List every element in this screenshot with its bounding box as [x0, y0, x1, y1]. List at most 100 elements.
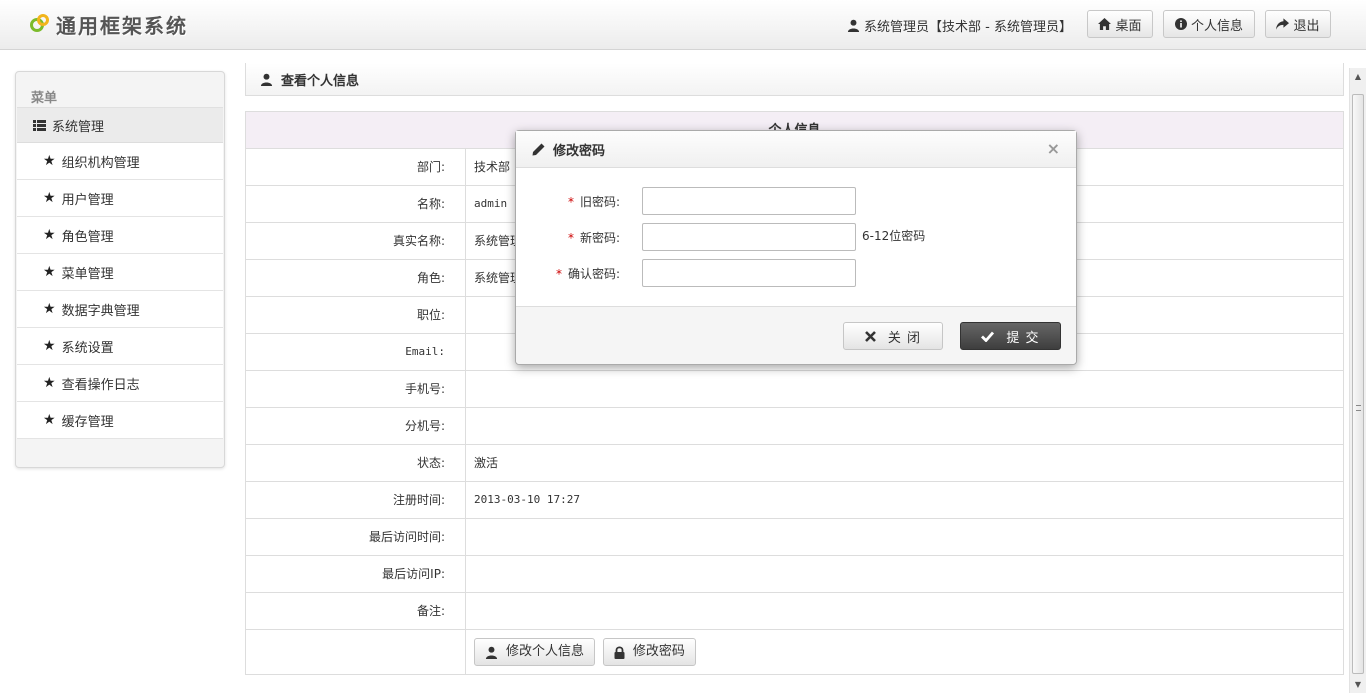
- scrollbar-thumb[interactable]: [1352, 94, 1364, 674]
- edit-profile-label: 修改个人信息: [506, 644, 585, 659]
- sidebar-item-cache[interactable]: ★ 缓存管理: [17, 402, 223, 439]
- field-value: [466, 593, 1343, 629]
- field-label: 名称:: [246, 186, 466, 222]
- old-password-label-text: 旧密码:: [579, 195, 620, 209]
- submit-button-label: 提 交: [1006, 330, 1040, 346]
- desktop-button-label: 桌面: [1115, 18, 1142, 34]
- top-header: 通用框架系统 系统管理员【技术部 - 系统管理员】 桌面 个人信息 退出: [0, 0, 1366, 50]
- logout-button[interactable]: 退出: [1265, 10, 1331, 38]
- sidebar-item-label: 数据字典管理: [61, 303, 140, 319]
- field-label: 真实名称:: [246, 223, 466, 259]
- field-value: [466, 519, 1343, 555]
- app-title: 通用框架系统: [56, 13, 188, 38]
- old-password-row: * 旧密码:: [516, 187, 1076, 215]
- field-label: Email:: [246, 334, 466, 370]
- change-password-label: 修改密码: [632, 644, 685, 659]
- new-password-label: * 新密码:: [568, 229, 620, 246]
- logout-button-label: 退出: [1293, 18, 1320, 34]
- field-label: 手机号:: [246, 371, 466, 407]
- sidebar-item-org[interactable]: ★ 组织机构管理: [17, 143, 223, 180]
- sidebar-item-roles[interactable]: ★ 角色管理: [17, 217, 223, 254]
- required-mark: *: [567, 231, 574, 245]
- table-row: 状态: 激活: [246, 445, 1343, 482]
- confirm-password-label-text: 确认密码:: [567, 267, 620, 281]
- page-title: 查看个人信息: [281, 73, 360, 89]
- pencil-icon: [532, 143, 545, 155]
- user-icon: [260, 73, 273, 86]
- field-label: 职位:: [246, 297, 466, 333]
- star-icon: ★: [43, 264, 56, 280]
- sidebar: 菜单 系统管理 ★ 组织机构管理 ★ 用户管理 ★ 角色管理 ★ 菜单管理 ★ 数据字典管…: [15, 71, 225, 468]
- home-icon: [1098, 18, 1112, 30]
- info-icon: [1174, 18, 1187, 30]
- confirm-password-row: * 确认密码:: [516, 259, 1076, 287]
- field-label: 部门:: [246, 149, 466, 185]
- sidebar-item-logs[interactable]: ★ 查看操作日志: [17, 365, 223, 402]
- list-icon: [33, 119, 46, 131]
- edit-profile-button[interactable]: 修改个人信息: [474, 638, 596, 666]
- table-row: 手机号:: [246, 371, 1343, 408]
- confirm-password-label: * 确认密码:: [556, 265, 620, 282]
- star-icon: ★: [43, 301, 56, 317]
- sidebar-item-label: 用户管理: [61, 192, 114, 208]
- sidebar-item-label: 系统设置: [61, 340, 114, 356]
- action-row-spacer: [246, 630, 466, 675]
- old-password-input[interactable]: [642, 187, 856, 215]
- close-icon: [865, 330, 876, 342]
- new-password-label-text: 新密码:: [579, 231, 620, 245]
- close-icon[interactable]: ×: [1047, 141, 1060, 157]
- close-button[interactable]: 关 闭: [843, 322, 943, 350]
- sidebar-item-label: 角色管理: [61, 229, 114, 245]
- page-header: 查看个人信息: [245, 63, 1344, 96]
- action-row: 修改个人信息 修改密码: [246, 630, 1343, 675]
- sidebar-item-dictionary[interactable]: ★ 数据字典管理: [17, 291, 223, 328]
- dialog-footer: 关 闭 提 交: [516, 306, 1076, 364]
- table-row: 分机号:: [246, 408, 1343, 445]
- sidebar-item-users[interactable]: ★ 用户管理: [17, 180, 223, 217]
- field-value: [466, 371, 1343, 407]
- app-logo: 通用框架系统: [30, 10, 188, 38]
- profile-button[interactable]: 个人信息: [1163, 10, 1255, 38]
- user-icon: [847, 19, 860, 32]
- desktop-button[interactable]: 桌面: [1087, 10, 1153, 38]
- profile-button-label: 个人信息: [1190, 18, 1243, 34]
- logo-icon: [30, 14, 50, 34]
- field-label: 备注:: [246, 593, 466, 629]
- user-icon: [485, 646, 498, 659]
- close-button-label: 关 闭: [887, 330, 922, 346]
- share-arrow-icon: [1276, 18, 1290, 30]
- field-label: 状态:: [246, 445, 466, 481]
- table-row: 注册时间: 2013-03-10 17:27: [246, 482, 1343, 519]
- table-row: 最后访问时间:: [246, 519, 1343, 556]
- star-icon: ★: [43, 153, 56, 169]
- sidebar-item-label: 菜单管理: [61, 266, 114, 282]
- field-value: 2013-03-10 17:27: [474, 493, 580, 506]
- menu-group-label: 系统管理: [52, 119, 105, 135]
- action-row-buttons: 修改个人信息 修改密码: [466, 630, 1343, 675]
- sidebar-item-settings[interactable]: ★ 系统设置: [17, 328, 223, 365]
- menu-group-system[interactable]: 系统管理: [17, 107, 223, 143]
- field-label: 注册时间:: [246, 482, 466, 518]
- field-label: 最后访问IP:: [246, 556, 466, 592]
- sidebar-item-menus[interactable]: ★ 菜单管理: [17, 254, 223, 291]
- sidebar-item-label: 缓存管理: [61, 414, 114, 430]
- page-scrollbar[interactable]: ▲ ▼: [1349, 68, 1366, 693]
- star-icon: ★: [43, 375, 56, 391]
- dialog-header: 修改密码: [516, 131, 1076, 168]
- required-mark: *: [555, 267, 562, 281]
- field-label: 角色:: [246, 260, 466, 296]
- change-password-dialog: 修改密码 × * 旧密码: * 新密码: 6-12位密码 * 确认密码: 关 闭 提 …: [515, 130, 1077, 365]
- confirm-password-input[interactable]: [642, 259, 856, 287]
- change-password-button[interactable]: 修改密码: [602, 638, 696, 666]
- new-password-input[interactable]: [642, 223, 856, 251]
- submit-button[interactable]: 提 交: [960, 322, 1061, 350]
- field-label: 最后访问时间:: [246, 519, 466, 555]
- sidebar-item-label: 查看操作日志: [61, 377, 140, 393]
- field-label: 分机号:: [246, 408, 466, 444]
- field-value: [466, 556, 1343, 592]
- sidebar-item-label: 组织机构管理: [61, 155, 140, 171]
- scroll-up-icon[interactable]: ▲: [1350, 68, 1366, 84]
- new-password-hint: 6-12位密码: [862, 229, 926, 243]
- dialog-title: 修改密码: [553, 143, 606, 159]
- scroll-down-icon[interactable]: ▼: [1350, 676, 1366, 692]
